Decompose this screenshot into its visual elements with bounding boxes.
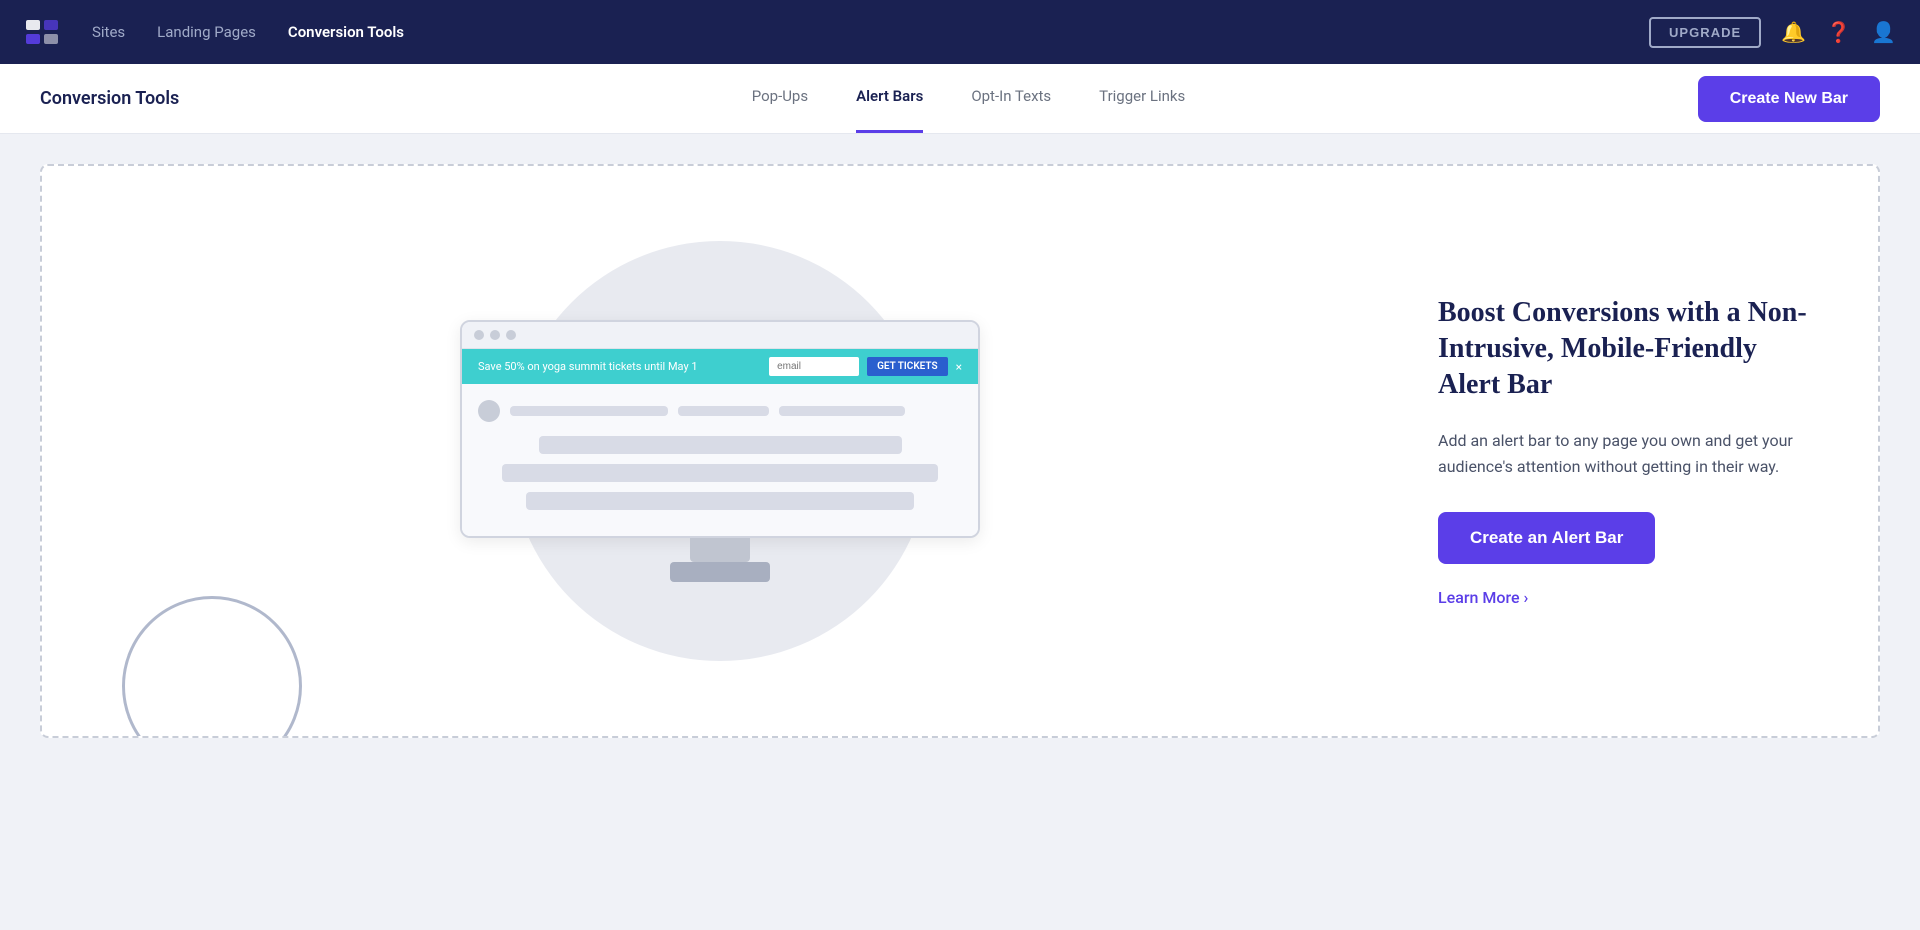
monitor-stand bbox=[690, 538, 750, 562]
learn-more-label: Learn More bbox=[1438, 588, 1520, 607]
top-nav-right: UPGRADE 🔔 ❓ 👤 bbox=[1649, 17, 1896, 48]
sub-nav-tabs: Pop-Ups Alert Bars Opt-In Texts Trigger … bbox=[239, 64, 1697, 133]
mock-lines-row bbox=[510, 406, 962, 416]
mock-content-block bbox=[502, 464, 938, 482]
sub-nav-title: Conversion Tools bbox=[40, 88, 179, 109]
bottom-circle-decoration bbox=[122, 596, 302, 738]
alert-bar-close[interactable]: × bbox=[956, 360, 962, 374]
sub-nav: Conversion Tools Pop-Ups Alert Bars Opt-… bbox=[0, 64, 1920, 134]
help-icon[interactable]: ❓ bbox=[1826, 20, 1851, 44]
alert-bar: Save 50% on yoga summit tickets until Ma… bbox=[462, 349, 978, 384]
monitor-titlebar bbox=[462, 322, 978, 349]
mock-line bbox=[510, 406, 668, 416]
monitor-base bbox=[670, 562, 770, 582]
dot-1 bbox=[474, 330, 484, 340]
dot-2 bbox=[490, 330, 500, 340]
user-icon[interactable]: 👤 bbox=[1871, 20, 1896, 44]
content-card: Save 50% on yoga summit tickets until Ma… bbox=[40, 164, 1880, 738]
nav-sites[interactable]: Sites bbox=[92, 23, 125, 41]
nav-landing-pages[interactable]: Landing Pages bbox=[157, 23, 256, 41]
upgrade-button[interactable]: UPGRADE bbox=[1649, 17, 1761, 48]
alert-bar-cta[interactable]: GET TICKETS bbox=[867, 357, 948, 376]
logo[interactable] bbox=[24, 14, 60, 50]
learn-more-arrow-icon: › bbox=[1524, 588, 1529, 607]
tab-alert-bars[interactable]: Alert Bars bbox=[856, 64, 923, 133]
illustration-side: Save 50% on yoga summit tickets until Ma… bbox=[42, 166, 1398, 736]
main-heading: Boost Conversions with a Non-Intrusive, … bbox=[1438, 295, 1818, 404]
notification-icon[interactable]: 🔔 bbox=[1781, 20, 1806, 44]
mock-content-block bbox=[539, 436, 902, 454]
monitor-wrapper: Save 50% on yoga summit tickets until Ma… bbox=[460, 320, 980, 582]
alert-bar-text: Save 50% on yoga summit tickets until Ma… bbox=[478, 360, 761, 373]
create-new-bar-button[interactable]: Create New Bar bbox=[1698, 76, 1880, 122]
main-content: Save 50% on yoga summit tickets until Ma… bbox=[0, 134, 1920, 768]
top-nav-links: Sites Landing Pages Conversion Tools bbox=[92, 23, 1617, 41]
monitor-body bbox=[462, 384, 978, 536]
main-description: Add an alert bar to any page you own and… bbox=[1438, 428, 1818, 481]
top-nav: Sites Landing Pages Conversion Tools UPG… bbox=[0, 0, 1920, 64]
text-side: Boost Conversions with a Non-Intrusive, … bbox=[1398, 235, 1878, 668]
mock-line bbox=[779, 406, 906, 416]
alert-bar-email-input[interactable] bbox=[769, 357, 859, 376]
monitor: Save 50% on yoga summit tickets until Ma… bbox=[460, 320, 980, 538]
learn-more-link[interactable]: Learn More › bbox=[1438, 588, 1818, 607]
tab-trigger-links[interactable]: Trigger Links bbox=[1099, 64, 1185, 133]
tab-opt-in-texts[interactable]: Opt-In Texts bbox=[971, 64, 1051, 133]
mock-content-block bbox=[526, 492, 913, 510]
mock-avatar-row bbox=[478, 400, 962, 422]
dot-3 bbox=[506, 330, 516, 340]
mock-line bbox=[678, 406, 768, 416]
create-alert-bar-button[interactable]: Create an Alert Bar bbox=[1438, 512, 1655, 564]
nav-conversion-tools[interactable]: Conversion Tools bbox=[288, 23, 404, 41]
tab-pop-ups[interactable]: Pop-Ups bbox=[752, 64, 808, 133]
mock-avatar bbox=[478, 400, 500, 422]
